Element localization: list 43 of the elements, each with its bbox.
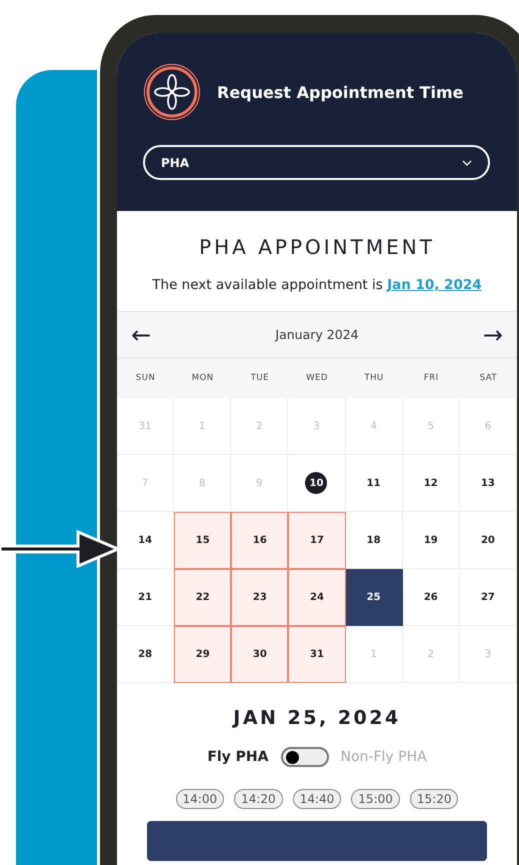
availability-text: The next available appointment is — [152, 277, 384, 293]
calendar-day[interactable]: 23 — [231, 569, 288, 626]
app-title: Request Appointment Time — [217, 82, 464, 102]
calendar-day[interactable]: 31 — [288, 626, 346, 683]
calendar-day[interactable]: 25 — [346, 569, 403, 626]
page-heading: PHA APPOINTMENT — [199, 235, 435, 259]
time-slot-button[interactable]: 14:00 — [176, 789, 224, 809]
toggle-label: Fly PHA — [207, 749, 268, 765]
weekday-label: SUN — [134, 373, 156, 383]
logo-icon — [143, 63, 201, 121]
weekday-label: FRI — [422, 373, 440, 383]
calendar-day[interactable]: 15 — [174, 512, 232, 569]
previous-month-button[interactable]: ← — [127, 320, 156, 348]
weekday-label: SAT — [478, 373, 498, 383]
calendar-day[interactable]: 24 — [288, 569, 346, 626]
calendar-day[interactable]: 19 — [402, 512, 460, 569]
time-slot-button[interactable]: 14:40 — [292, 789, 342, 809]
calendar-day[interactable]: 12 — [402, 455, 460, 512]
calendar-day[interactable]: 30 — [231, 626, 288, 683]
calendar-day[interactable]: 16 — [231, 512, 288, 569]
toggle-switch[interactable] — [280, 747, 328, 767]
chevron-down-icon — [462, 160, 472, 166]
calendar-day[interactable]: 13 — [460, 455, 517, 512]
weekday-label: WED — [305, 373, 329, 383]
calendar-day[interactable]: 29 — [174, 626, 232, 683]
selected-date: JAN 25, 2024 — [233, 707, 401, 729]
next-month-button[interactable]: → — [478, 320, 507, 348]
weekday-label: THU — [363, 373, 385, 383]
toggle-label: Non-Fly PHA — [340, 749, 427, 765]
dropdown-field[interactable]: PHA — [143, 145, 490, 180]
weekday-label: TUE — [250, 373, 270, 383]
calendar-day[interactable]: 17 — [288, 512, 346, 569]
time-slot-button[interactable]: 15:00 — [351, 789, 400, 809]
calendar-day[interactable]: 20 — [460, 512, 517, 569]
time-slot-button[interactable]: 15:20 — [410, 789, 458, 809]
time-slot-button[interactable]: 14:20 — [234, 789, 283, 809]
calendar-day[interactable]: 22 — [174, 569, 232, 626]
calendar-day[interactable]: 26 — [402, 569, 460, 626]
calendar-day[interactable]: 11 — [346, 455, 403, 512]
calendar-day[interactable]: 27 — [460, 569, 517, 626]
weekday-label: MON — [190, 373, 215, 383]
today-marker: 10 — [305, 472, 328, 494]
month-title: January 2024 — [275, 327, 359, 342]
